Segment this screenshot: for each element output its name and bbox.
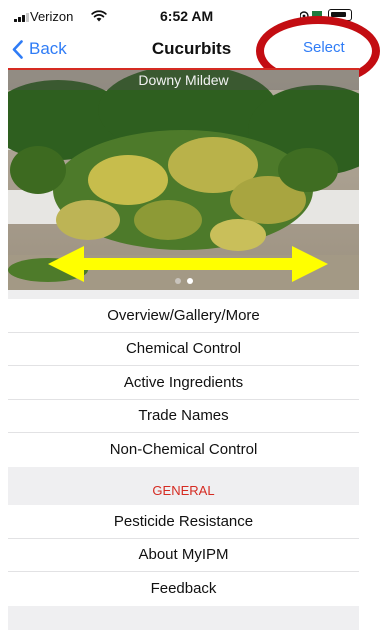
select-button[interactable]: Select xyxy=(303,39,345,56)
page-dot xyxy=(174,278,181,284)
image-caption: Downy Mildew xyxy=(8,70,359,90)
page-dot-active xyxy=(186,278,193,284)
clock-time: 6:52 AM xyxy=(160,8,214,24)
page-indicator[interactable] xyxy=(8,271,359,284)
menu-item-about[interactable]: About MyIPM xyxy=(8,539,359,572)
menu-item-pesticide-resistance[interactable]: Pesticide Resistance xyxy=(8,505,359,539)
carrier-name: Verizon xyxy=(30,9,74,24)
menu-item-non-chemical-control[interactable]: Non-Chemical Control xyxy=(8,433,359,467)
image-carousel[interactable]: Downy Mildew xyxy=(8,70,359,290)
section-header-general: GENERAL xyxy=(8,467,359,506)
footer-strip xyxy=(8,606,359,630)
menu-item-feedback[interactable]: Feedback xyxy=(8,572,359,606)
battery-icon xyxy=(328,9,352,21)
crop-menu-list: Overview/Gallery/More Chemical Control A… xyxy=(8,299,359,467)
menu-item-chemical-control[interactable]: Chemical Control xyxy=(8,333,359,366)
menu-item-active-ingredients[interactable]: Active Ingredients xyxy=(8,366,359,400)
cellular-signal-icon xyxy=(14,13,29,22)
general-menu-list: Pesticide Resistance About MyIPM Feedbac… xyxy=(8,505,359,606)
menu-item-trade-names[interactable]: Trade Names xyxy=(8,400,359,433)
status-bar: Verizon 6:52 AM xyxy=(0,0,383,32)
navigation-bar: Back Cucurbits Select xyxy=(0,32,383,68)
wifi-icon xyxy=(91,10,107,22)
menu-item-overview[interactable]: Overview/Gallery/More xyxy=(8,299,359,333)
